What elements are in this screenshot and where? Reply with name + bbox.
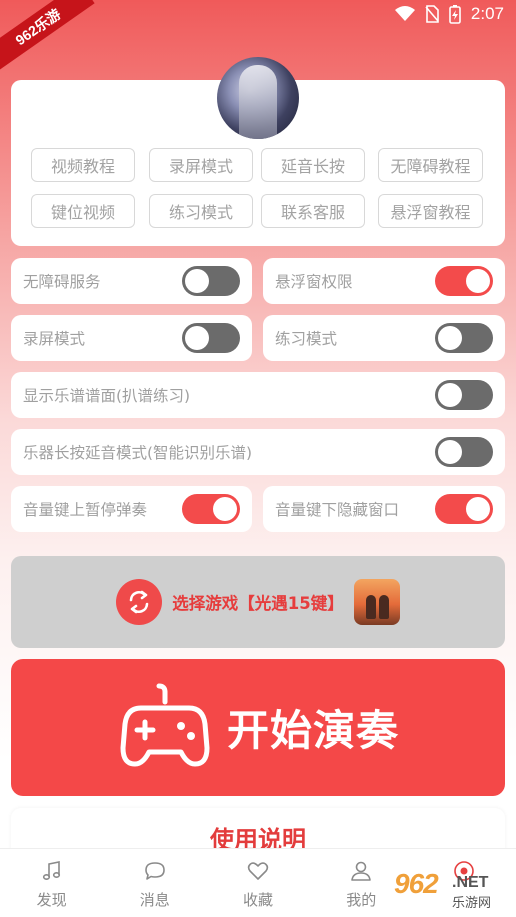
chip-video-tutorial[interactable]: 视频教程 (31, 148, 135, 182)
status-icons: 2:07 (394, 4, 504, 24)
avatar[interactable] (217, 57, 299, 139)
row-screen-record-mode: 录屏模式 (11, 315, 252, 361)
nav-label: 我的 (346, 891, 377, 909)
swap-arrows-icon (116, 579, 163, 625)
screen-record-mode-switch[interactable] (182, 323, 240, 353)
show-sheet-switch[interactable] (435, 380, 493, 410)
select-game-label: 选择游戏【光遇15键】 (172, 594, 344, 613)
gamepad-icon (117, 678, 213, 778)
status-bar: 962乐游 2:07 (0, 0, 516, 73)
battery-charging-icon (449, 4, 461, 24)
game-thumbnail-image (353, 579, 400, 625)
nav-item-favorites[interactable]: 收藏 (206, 849, 309, 917)
row-label: 音量键上暂停弹奏 (23, 501, 148, 519)
row-long-press-sustain: 乐器长按延音模式(智能识别乐谱) (11, 429, 505, 475)
watermark-net: .NET (452, 874, 489, 891)
long-press-sustain-switch[interactable] (435, 437, 493, 467)
floating-window-permission-switch[interactable] (435, 266, 493, 296)
chip-accessibility-tutorial[interactable]: 无障碍教程 (378, 148, 483, 182)
no-sim-icon (425, 5, 439, 23)
accessibility-service-switch[interactable] (182, 266, 240, 296)
volume-up-pause-switch[interactable] (182, 494, 240, 524)
row-volume-down-hide: 音量键下隐藏窗口 (263, 486, 505, 532)
chip-screen-record-mode[interactable]: 录屏模式 (149, 148, 253, 182)
row-practice-mode: 练习模式 (263, 315, 505, 361)
practice-mode-switch[interactable] (435, 323, 493, 353)
row-show-sheet: 显示乐谱谱面(扒谱练习) (11, 372, 505, 418)
row-accessibility-service: 无障碍服务 (11, 258, 252, 304)
user-icon (349, 859, 373, 883)
watermark-number: 962 (394, 868, 439, 899)
row-label: 乐器长按延音模式(智能识别乐谱) (23, 444, 253, 462)
row-floating-window-permission: 悬浮窗权限 (263, 258, 505, 304)
nav-item-messages[interactable]: 消息 (103, 849, 206, 917)
chip-sustain-long-press[interactable]: 延音长按 (261, 148, 365, 182)
volume-down-hide-switch[interactable] (435, 494, 493, 524)
chip-contact-support[interactable]: 联系客服 (261, 194, 365, 228)
watermark-sub: 乐游网 (452, 896, 492, 911)
status-time: 2:07 (470, 4, 504, 23)
wifi-icon (394, 6, 415, 22)
select-game-button[interactable]: 选择游戏【光遇15键】 (11, 556, 505, 648)
row-label: 音量键下隐藏窗口 (275, 501, 400, 519)
row-label: 显示乐谱谱面(扒谱练习) (23, 387, 191, 405)
site-watermark-logo: 962 .NET 乐游网 (388, 866, 508, 914)
row-label: 练习模式 (275, 330, 338, 348)
nav-label: 消息 (139, 891, 170, 909)
nav-item-discover[interactable]: 发现 (0, 849, 103, 917)
nav-label: 收藏 (243, 891, 274, 909)
chip-key-video[interactable]: 键位视频 (31, 194, 135, 228)
corner-ribbon-badge: 962乐游 (0, 0, 95, 73)
chat-bubble-icon (143, 859, 167, 883)
nav-label: 发现 (36, 891, 67, 909)
row-label: 悬浮窗权限 (275, 273, 353, 291)
row-label: 无障碍服务 (23, 273, 101, 291)
start-performance-button[interactable]: 开始演奏 (11, 659, 505, 796)
music-note-icon (40, 859, 64, 883)
heart-icon (246, 859, 270, 883)
row-label: 录屏模式 (23, 330, 86, 348)
chip-practice-mode[interactable]: 练习模式 (149, 194, 253, 228)
row-volume-up-pause: 音量键上暂停弹奏 (11, 486, 252, 532)
chip-floating-window-tutorial[interactable]: 悬浮窗教程 (378, 194, 483, 228)
start-performance-label: 开始演奏 (226, 706, 399, 755)
